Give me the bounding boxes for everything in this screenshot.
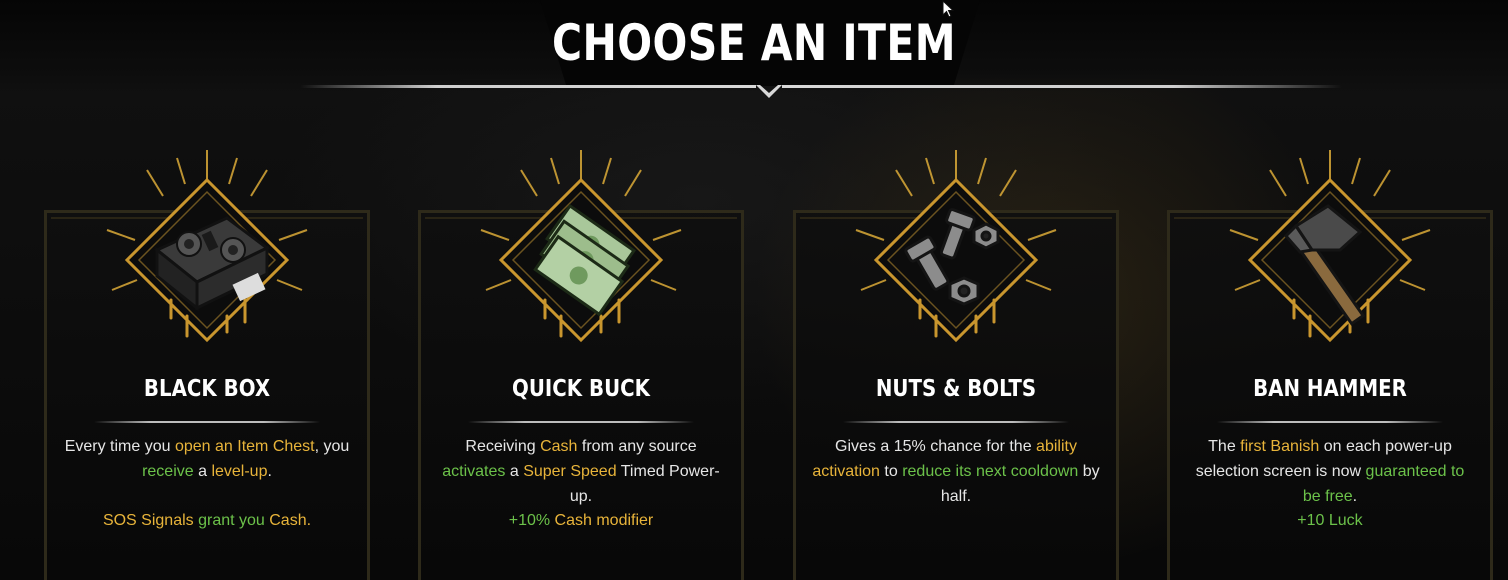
description-segment: Cash <box>540 438 578 455</box>
bonus-segment: grant you <box>198 512 270 529</box>
card-divider <box>94 421 320 423</box>
item-description: The first Banish on each power-up select… <box>1185 434 1475 509</box>
item-bonus: SOS Signals grant you Cash. <box>44 510 370 532</box>
item-name: NUTS & BOLTS <box>875 376 1037 402</box>
page-title: CHOOSE AN ITEM <box>551 14 957 72</box>
item-emblem <box>836 140 1076 380</box>
item-card-nuts-bolts[interactable]: NUTS & BOLTS Gives a 15% chance for the … <box>793 150 1119 580</box>
item-bonus: +10% Cash modifier <box>418 510 744 532</box>
description-segment: to <box>879 463 903 480</box>
bonus-segment: Cash modifier <box>554 512 654 529</box>
title-underline-left <box>300 85 756 88</box>
item-name: BAN HAMMER <box>1253 376 1407 402</box>
description-segment: from any source <box>577 438 697 455</box>
bonus-segment: SOS Signals <box>102 512 199 529</box>
description-segment: Gives a 15% chance for the <box>835 438 1037 455</box>
card-divider <box>843 421 1069 423</box>
description-segment: , you <box>314 438 350 455</box>
description-segment: activates <box>442 463 506 480</box>
bonus-segment: +10 Luck <box>1297 512 1363 529</box>
description-segment: level-up <box>211 463 268 480</box>
description-segment: . <box>267 463 272 480</box>
item-emblem <box>1210 140 1450 380</box>
card-divider <box>1217 421 1443 423</box>
bonus-segment: Cash. <box>269 512 312 529</box>
description-segment: . <box>1352 488 1358 505</box>
item-emblem <box>461 140 701 380</box>
description-segment: first Banish <box>1240 438 1320 455</box>
description-segment: open an Item Chest <box>174 438 315 455</box>
description-segment: Super Speed <box>523 463 617 480</box>
item-description: Every time you open an Item Chest, you r… <box>62 434 352 484</box>
description-segment: Receiving <box>465 438 541 455</box>
description-segment: The <box>1208 438 1241 455</box>
item-card-quick-buck[interactable]: QUICK BUCK Receiving Cash from any sourc… <box>418 150 744 580</box>
mouse-cursor-icon <box>942 0 954 18</box>
chevron-down-icon <box>756 85 782 98</box>
item-name: QUICK BUCK <box>512 376 650 402</box>
item-card-ban-hammer[interactable]: BAN HAMMER The first Banish on each powe… <box>1167 150 1493 580</box>
item-description: Receiving Cash from any source activates… <box>436 434 726 509</box>
item-description: Gives a 15% chance for the ability activ… <box>811 434 1101 509</box>
item-bonus: +10 Luck <box>1167 510 1493 532</box>
description-segment: reduce its next cooldown <box>902 463 1079 480</box>
item-name: BLACK BOX <box>143 376 271 402</box>
bonus-segment: +10% <box>508 512 555 529</box>
card-divider <box>468 421 694 423</box>
item-emblem <box>87 140 327 380</box>
description-segment: a <box>193 463 212 480</box>
description-segment: a <box>505 463 524 480</box>
title-underline-right <box>782 85 1342 88</box>
description-segment: receive <box>142 463 194 480</box>
item-card-black-box[interactable]: BLACK BOX Every time you open an Item Ch… <box>44 150 370 580</box>
description-segment: Every time you <box>64 438 175 455</box>
